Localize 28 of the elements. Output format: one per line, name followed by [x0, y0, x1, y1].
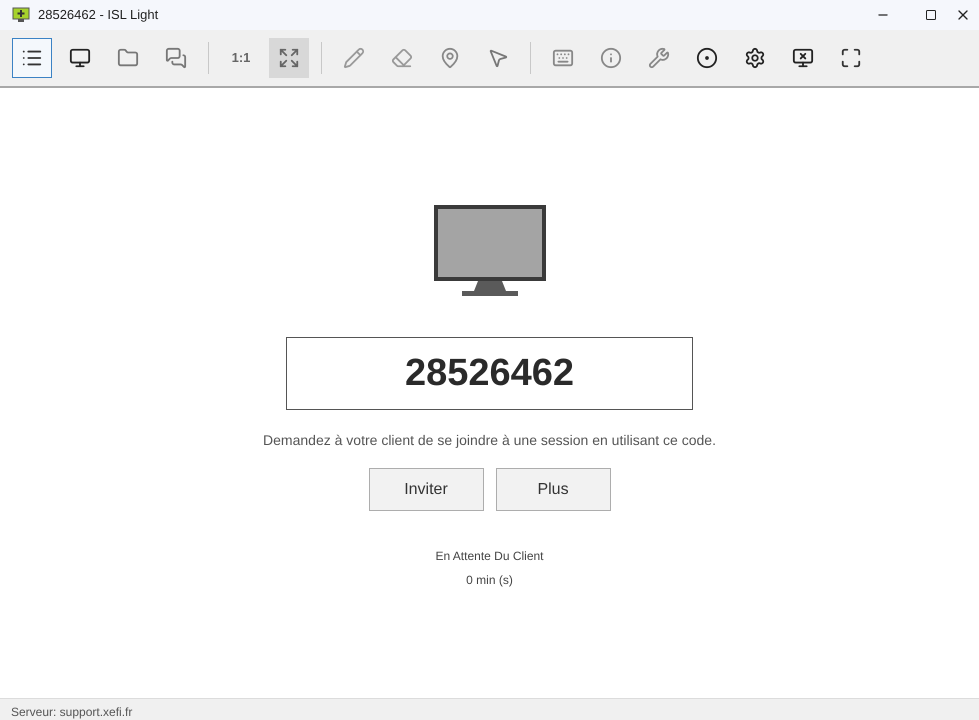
action-button[interactable]: Plus: [496, 468, 610, 511]
eraser-icon: [391, 47, 413, 69]
chat-icon: [165, 47, 187, 69]
action-button[interactable]: Inviter: [368, 468, 484, 511]
resize-icon: [278, 47, 300, 69]
tools-icon: [648, 47, 670, 69]
pencil-icon: [343, 47, 365, 69]
pointer-icon: [487, 47, 509, 69]
folder-icon: [117, 47, 139, 69]
monitor-x-icon: [792, 47, 814, 69]
record-icon: [696, 47, 718, 69]
monitor-icon: [434, 205, 546, 297]
fullscreen-icon: [840, 47, 862, 69]
toolbar-button[interactable]: [12, 38, 52, 78]
maximize-icon: [925, 9, 937, 21]
instruction-text: Demandez à votre client de se joindre à une session en utilisant ce code.: [263, 431, 716, 450]
waiting-status: En Attente Du Client: [435, 548, 544, 565]
app-logo-icon: [12, 7, 30, 23]
pin-icon: [439, 47, 461, 69]
monitor-icon: [69, 47, 91, 69]
window-title: 28526462 - ISL Light: [38, 6, 158, 24]
server-text: Serveur: support.xefi.fr: [11, 704, 132, 720]
elapsed-time: 0 min (s): [466, 572, 513, 589]
keyboard-icon: [552, 47, 574, 69]
zoom-button[interactable]: 1:1: [221, 38, 261, 78]
info-icon: [600, 47, 622, 69]
session-code: 28526462: [286, 337, 693, 410]
settings-icon: [744, 47, 766, 69]
